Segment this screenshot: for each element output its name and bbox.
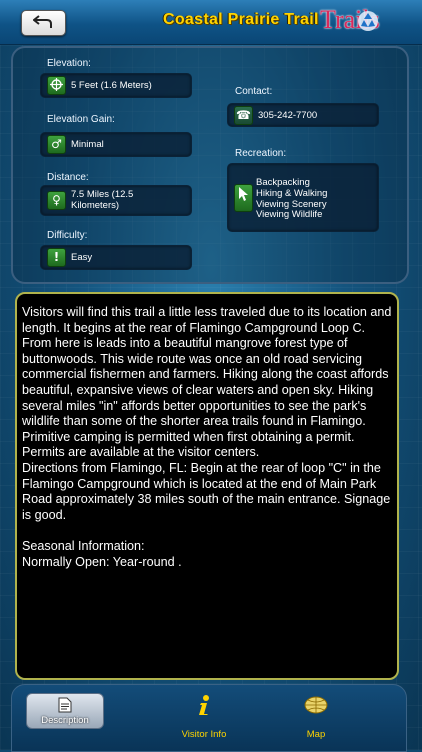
difficulty-value: Easy	[71, 252, 93, 263]
document-icon	[58, 697, 72, 713]
back-arrow-icon	[33, 15, 52, 28]
directions-paragraph: Directions from Flamingo, FL: Begin at t…	[22, 460, 391, 522]
tab-map[interactable]: Map	[277, 692, 355, 740]
recreation-label: Recreation:	[235, 148, 287, 159]
recreation-box: Backpacking Hiking & Walking Viewing Sce…	[227, 163, 379, 232]
contact-phone[interactable]: 305-242-7700	[258, 110, 317, 121]
trail-info-panel: Elevation: 5 Feet (1.6 Meters) Elevation…	[11, 46, 409, 284]
tab-visitor-info[interactable]: Visitor Info	[165, 692, 243, 740]
contact-box[interactable]: ☎ 305-242-7700	[227, 103, 379, 127]
distance-value: 7.5 Miles (12.5 Kilometers)	[71, 189, 134, 211]
info-icon	[199, 695, 209, 715]
difficulty-box: ! Easy	[40, 245, 192, 270]
crosshair-icon	[47, 76, 66, 95]
globe-icon	[304, 696, 328, 714]
tab-bar: Description Visitor Info Map	[11, 684, 407, 752]
elevation-gain-box: ♂ Minimal	[40, 132, 192, 157]
elevation-box: 5 Feet (1.6 Meters)	[40, 73, 192, 98]
elevation-label: Elevation:	[47, 58, 91, 69]
description-paragraph: Visitors will find this trail a little l…	[22, 305, 392, 460]
female-symbol-icon: ♀	[47, 191, 66, 210]
phone-icon: ☎	[234, 106, 253, 125]
recreation-item: Hiking & Walking	[256, 187, 328, 199]
seasonal-heading: Seasonal Information:	[22, 538, 145, 553]
recycle-icon	[358, 11, 378, 31]
tab-description-label: Description	[41, 715, 89, 726]
description-text-area[interactable]: Visitors will find this trail a little l…	[15, 292, 399, 680]
tab-visitor-info-label: Visitor Info	[181, 729, 227, 740]
recreation-item: Viewing Wildlife	[256, 209, 323, 221]
tab-map-label: Map	[306, 729, 326, 740]
distance-box: ♀ 7.5 Miles (12.5 Kilometers)	[40, 185, 192, 216]
nav-bar: Trails Coastal Prairie Trail	[0, 0, 422, 45]
difficulty-label: Difficulty:	[47, 230, 88, 241]
elevation-gain-label: Elevation Gain:	[47, 114, 115, 125]
seasonal-value: Normally Open: Year-round .	[22, 554, 182, 569]
recreation-list: Backpacking Hiking & Walking Viewing Sce…	[256, 177, 328, 221]
elevation-value: 5 Feet (1.6 Meters)	[71, 80, 152, 91]
page-title: Coastal Prairie Trail	[163, 11, 319, 28]
back-button[interactable]	[21, 10, 66, 36]
elevation-gain-value: Minimal	[71, 139, 104, 150]
cursor-icon	[234, 184, 253, 212]
distance-label: Distance:	[47, 172, 89, 183]
exclamation-icon: !	[47, 248, 66, 267]
tab-description[interactable]: Description	[26, 693, 104, 729]
contact-label: Contact:	[235, 86, 273, 97]
male-symbol-icon: ♂	[47, 135, 66, 154]
